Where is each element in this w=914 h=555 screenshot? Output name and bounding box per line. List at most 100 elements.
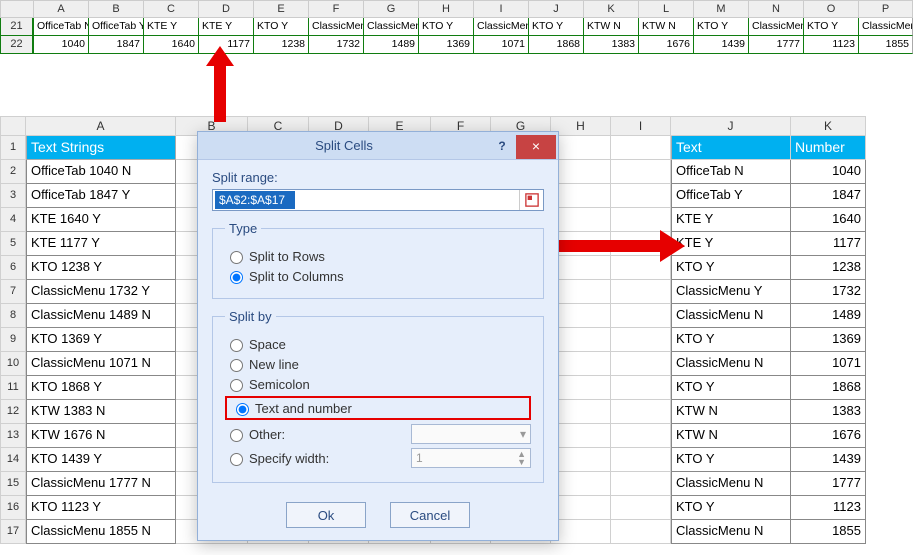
cell[interactable] bbox=[611, 184, 671, 208]
cell[interactable]: ClassicMenu 1071 N bbox=[26, 352, 176, 376]
cell[interactable]: KTO Y bbox=[671, 448, 791, 472]
cell[interactable]: 1439 bbox=[791, 448, 866, 472]
radio-input[interactable] bbox=[230, 251, 243, 264]
cell[interactable]: ClassicMenu N bbox=[671, 520, 791, 544]
cell[interactable] bbox=[551, 184, 611, 208]
cell[interactable]: KTW N bbox=[638, 18, 693, 36]
col-header[interactable]: I bbox=[611, 116, 671, 136]
row-header[interactable]: 21 bbox=[0, 18, 33, 36]
cell[interactable]: KTE Y bbox=[671, 208, 791, 232]
radio-input[interactable] bbox=[230, 429, 243, 442]
corner-cell[interactable] bbox=[0, 0, 33, 18]
col-header[interactable]: C bbox=[143, 0, 198, 18]
cell[interactable]: KTW N bbox=[583, 18, 638, 36]
row-header[interactable]: 10 bbox=[0, 352, 26, 376]
cell[interactable]: ClassicMenu bbox=[308, 18, 363, 36]
cell[interactable]: OfficeTab Y bbox=[88, 18, 143, 36]
cell[interactable]: 1489 bbox=[363, 36, 418, 54]
col-header[interactable]: J bbox=[671, 116, 791, 136]
cell[interactable]: 1868 bbox=[791, 376, 866, 400]
cell[interactable] bbox=[551, 424, 611, 448]
row-header[interactable]: 1 bbox=[0, 136, 26, 160]
row-header[interactable]: 11 bbox=[0, 376, 26, 400]
cell[interactable]: ClassicMenu N bbox=[671, 472, 791, 496]
cell[interactable]: 1071 bbox=[473, 36, 528, 54]
radio-newline[interactable]: New line bbox=[225, 356, 531, 372]
cell[interactable]: ClassicMenu bbox=[858, 18, 913, 36]
cell[interactable]: 1071 bbox=[791, 352, 866, 376]
cell[interactable]: 1868 bbox=[528, 36, 583, 54]
cell[interactable]: OfficeTab N bbox=[33, 18, 88, 36]
cell[interactable] bbox=[551, 304, 611, 328]
row-header[interactable]: 22 bbox=[0, 36, 33, 54]
radio-other[interactable]: Other: bbox=[225, 426, 285, 442]
cell[interactable]: 1040 bbox=[791, 160, 866, 184]
cell[interactable] bbox=[551, 280, 611, 304]
close-button[interactable]: × bbox=[516, 135, 556, 159]
cell[interactable] bbox=[611, 376, 671, 400]
cell[interactable]: 1777 bbox=[748, 36, 803, 54]
cell[interactable]: 1676 bbox=[638, 36, 693, 54]
col-header[interactable]: N bbox=[748, 0, 803, 18]
cell[interactable]: ClassicMenu 1732 Y bbox=[26, 280, 176, 304]
cell[interactable]: KTO Y bbox=[671, 328, 791, 352]
cell[interactable]: KTO Y bbox=[803, 18, 858, 36]
row-header[interactable]: 5 bbox=[0, 232, 26, 256]
cell[interactable] bbox=[551, 400, 611, 424]
cell[interactable] bbox=[551, 376, 611, 400]
cell[interactable] bbox=[611, 136, 671, 160]
cell[interactable]: 1123 bbox=[791, 496, 866, 520]
cell[interactable] bbox=[611, 160, 671, 184]
cell[interactable] bbox=[611, 424, 671, 448]
cell[interactable]: OfficeTab 1847 Y bbox=[26, 184, 176, 208]
cell[interactable] bbox=[551, 136, 611, 160]
row-header[interactable]: 3 bbox=[0, 184, 26, 208]
cell[interactable]: KTW N bbox=[671, 400, 791, 424]
radio-input[interactable] bbox=[230, 359, 243, 372]
cell[interactable]: 1676 bbox=[791, 424, 866, 448]
cell[interactable]: KTW N bbox=[671, 424, 791, 448]
cell[interactable] bbox=[551, 352, 611, 376]
col-header[interactable]: D bbox=[198, 0, 253, 18]
cell[interactable] bbox=[611, 496, 671, 520]
cell[interactable]: 1847 bbox=[88, 36, 143, 54]
row-header[interactable]: 6 bbox=[0, 256, 26, 280]
row-header[interactable]: 14 bbox=[0, 448, 26, 472]
cell[interactable]: Text Strings bbox=[26, 136, 176, 160]
cell[interactable]: 1238 bbox=[791, 256, 866, 280]
cell[interactable] bbox=[611, 328, 671, 352]
cell[interactable] bbox=[551, 160, 611, 184]
cell[interactable] bbox=[551, 496, 611, 520]
cell[interactable]: 1847 bbox=[791, 184, 866, 208]
cell[interactable]: 1439 bbox=[693, 36, 748, 54]
col-header[interactable]: F bbox=[308, 0, 363, 18]
col-header[interactable]: M bbox=[693, 0, 748, 18]
cell[interactable]: KTO Y bbox=[671, 376, 791, 400]
col-header[interactable]: H bbox=[551, 116, 611, 136]
col-header[interactable]: P bbox=[858, 0, 913, 18]
row-header[interactable]: 8 bbox=[0, 304, 26, 328]
cell[interactable] bbox=[551, 448, 611, 472]
row-header[interactable]: 16 bbox=[0, 496, 26, 520]
cell[interactable]: KTO 1868 Y bbox=[26, 376, 176, 400]
cancel-button[interactable]: Cancel bbox=[390, 502, 470, 528]
radio-specify-width[interactable]: Specify width: bbox=[225, 450, 329, 466]
col-header[interactable]: E bbox=[253, 0, 308, 18]
help-button[interactable]: ? bbox=[490, 139, 514, 153]
row-header[interactable]: 9 bbox=[0, 328, 26, 352]
col-header[interactable]: K bbox=[583, 0, 638, 18]
cell[interactable]: Number bbox=[791, 136, 866, 160]
row-header[interactable]: 13 bbox=[0, 424, 26, 448]
cell[interactable] bbox=[551, 328, 611, 352]
row-header[interactable]: 15 bbox=[0, 472, 26, 496]
radio-input[interactable] bbox=[230, 271, 243, 284]
corner-cell[interactable] bbox=[0, 116, 26, 136]
col-header[interactable]: H bbox=[418, 0, 473, 18]
col-header[interactable]: L bbox=[638, 0, 693, 18]
col-header[interactable]: J bbox=[528, 0, 583, 18]
radio-input[interactable] bbox=[230, 379, 243, 392]
cell[interactable]: 1640 bbox=[143, 36, 198, 54]
cell[interactable]: KTW 1676 N bbox=[26, 424, 176, 448]
cell[interactable]: 1369 bbox=[791, 328, 866, 352]
cell[interactable] bbox=[611, 304, 671, 328]
